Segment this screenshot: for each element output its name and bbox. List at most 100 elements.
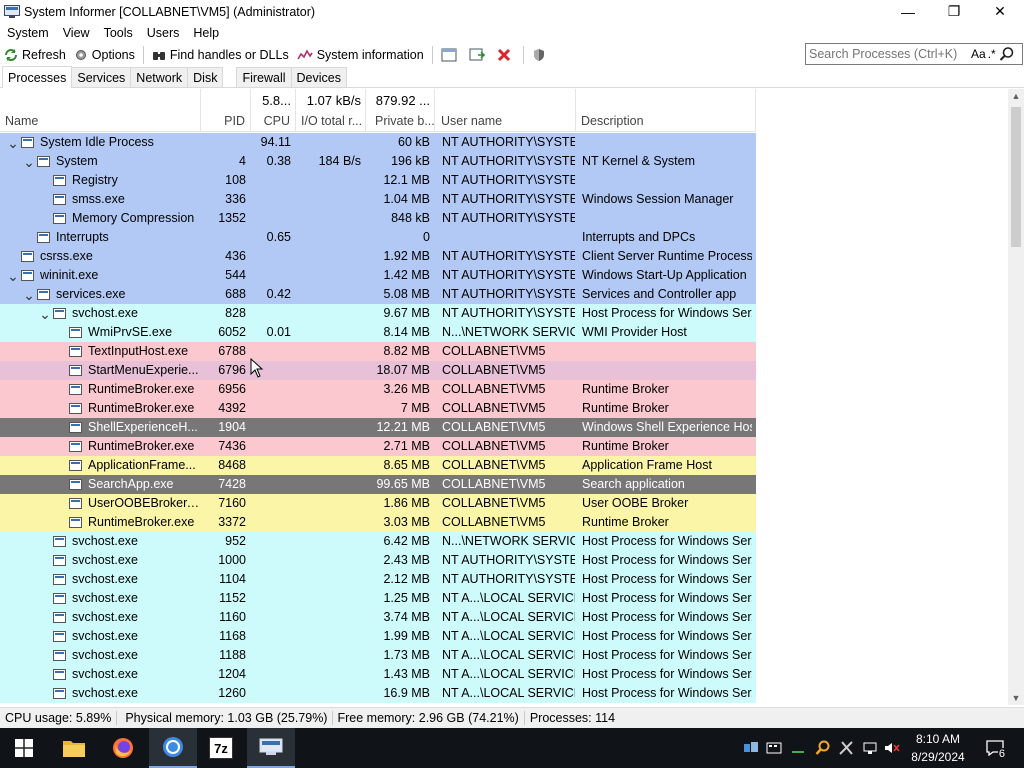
process-name-cell[interactable]: svchost.exe	[0, 608, 200, 627]
process-name-cell[interactable]: UserOOBEBroker....	[0, 494, 200, 513]
process-tree[interactable]: Name PID 5.8... CPU 1.07 kB/s I/O total …	[0, 89, 1008, 705]
process-name-cell[interactable]: ⌄ System	[0, 152, 200, 171]
process-name-cell[interactable]: svchost.exe	[0, 551, 200, 570]
options-button[interactable]: Options	[70, 44, 139, 66]
volume-muted-icon[interactable]	[882, 728, 902, 768]
table-row[interactable]: svchost.exe 1260 16.9 MB NT A...\LOCAL SERV…	[0, 684, 756, 703]
table-row[interactable]: smss.exe 336 1.04 MB NT AUTHORITY\SYSTEM Win…	[0, 190, 756, 209]
table-row[interactable]: UserOOBEBroker.... 7160 1.86 MB COLLABNET\V…	[0, 494, 756, 513]
tray-keyboard-icon[interactable]	[764, 728, 784, 768]
process-name-cell[interactable]: svchost.exe	[0, 589, 200, 608]
tab-network[interactable]: Network	[130, 67, 189, 87]
table-row[interactable]: ⌄ svchost.exe 828 9.67 MB NT AUTHORITY\SYSTE…	[0, 304, 756, 323]
tray-people-icon[interactable]	[742, 728, 760, 768]
expand-chevron-icon[interactable]: ⌄	[37, 307, 53, 321]
tab-processes[interactable]: Processes	[2, 66, 73, 88]
menu-system[interactable]: System	[0, 26, 56, 40]
taskbar-chrome[interactable]	[149, 728, 197, 768]
table-row[interactable]: ⌄ System 4 0.38 184 B/s 196 kB NT AUTHORITY\SY…	[0, 152, 756, 171]
process-name-cell[interactable]: ⌄ wininit.exe	[0, 266, 200, 285]
process-name-cell[interactable]: RuntimeBroker.exe	[0, 399, 200, 418]
table-row[interactable]: svchost.exe 1188 1.73 MB NT A...\LOCAL SERV…	[0, 646, 756, 665]
security-button[interactable]	[528, 44, 554, 66]
network-icon[interactable]	[860, 728, 880, 768]
table-row[interactable]: svchost.exe 1104 2.12 MB NT AUTHORITY\SYSTE…	[0, 570, 756, 589]
process-name-cell[interactable]: ⌄ svchost.exe	[0, 304, 200, 323]
process-name-cell[interactable]: svchost.exe	[0, 684, 200, 703]
menu-view[interactable]: View	[56, 26, 97, 40]
menu-tools[interactable]: Tools	[97, 26, 140, 40]
taskbar-clock[interactable]: 8:10 AM 8/29/2024	[902, 730, 974, 766]
scroll-down-icon[interactable]: ▼	[1008, 693, 1024, 703]
search-box[interactable]: Aa .*	[805, 43, 1023, 65]
table-row[interactable]: svchost.exe 1204 1.43 MB NT A...\LOCAL SERV…	[0, 665, 756, 684]
start-button[interactable]	[0, 728, 48, 768]
table-row[interactable]: RuntimeBroker.exe 3372 3.03 MB COLLABNET\VM…	[0, 513, 756, 532]
process-name-cell[interactable]: smss.exe	[0, 190, 200, 209]
tab-devices[interactable]: Devices	[290, 67, 347, 87]
column-cpu[interactable]: 5.8... CPU	[251, 89, 296, 132]
process-name-cell[interactable]: RuntimeBroker.exe	[0, 437, 200, 456]
expand-chevron-icon[interactable]: ⌄	[21, 288, 37, 302]
column-name[interactable]: Name	[0, 89, 201, 132]
regex-toggle[interactable]: .*	[988, 47, 996, 61]
search-icon[interactable]	[999, 46, 1015, 62]
table-row[interactable]: svchost.exe 1168 1.99 MB NT A...\LOCAL SERV…	[0, 627, 756, 646]
close-window-button[interactable]: ✕	[977, 0, 1023, 23]
table-row[interactable]: ⌄ System Idle Process 94.11 60 kB NT AUTHORI…	[0, 133, 756, 152]
process-name-cell[interactable]: svchost.exe	[0, 646, 200, 665]
column-description[interactable]: Description	[576, 89, 756, 132]
process-name-cell[interactable]: svchost.exe	[0, 627, 200, 646]
find-handles-button[interactable]: Find handles or DLLs	[148, 44, 293, 66]
process-name-cell[interactable]: svchost.exe	[0, 665, 200, 684]
taskbar-firefox[interactable]	[99, 728, 147, 768]
process-name-cell[interactable]: Registry	[0, 171, 200, 190]
process-name-cell[interactable]: ⌄ services.exe	[0, 285, 200, 304]
tab-disk[interactable]: Disk	[187, 67, 224, 87]
process-name-cell[interactable]: ⌄ System Idle Process	[0, 133, 200, 152]
tray-tools-icon[interactable]	[836, 728, 856, 768]
find-window-button[interactable]	[465, 44, 493, 66]
table-row[interactable]: ⌄ services.exe 688 0.42 5.08 MB NT AUTHORITY\…	[0, 285, 756, 304]
column-pid[interactable]: PID	[201, 89, 251, 132]
table-row[interactable]: TextInputHost.exe 6788 8.82 MB COLLABNET\VM…	[0, 342, 756, 361]
taskbar-7zip[interactable]: 7z	[197, 728, 245, 768]
table-row[interactable]: svchost.exe 1160 3.74 MB NT A...\LOCAL SERV…	[0, 608, 756, 627]
table-row[interactable]: StartMenuExperie... 6796 18.07 MB COLLABNET…	[0, 361, 756, 380]
menu-users[interactable]: Users	[140, 26, 187, 40]
process-name-cell[interactable]: Memory Compression	[0, 209, 200, 228]
column-user-name[interactable]: User name	[435, 89, 576, 132]
expand-chevron-icon[interactable]: ⌄	[5, 136, 21, 150]
new-window-button[interactable]	[437, 44, 465, 66]
table-row[interactable]: WmiPrvSE.exe 6052 0.01 8.14 MB N...\NETWORK …	[0, 323, 756, 342]
expand-chevron-icon[interactable]: ⌄	[5, 269, 21, 283]
system-information-button[interactable]: System information	[293, 44, 428, 66]
process-name-cell[interactable]: csrss.exe	[0, 247, 200, 266]
process-name-cell[interactable]: Interrupts	[0, 228, 200, 247]
tab-firewall[interactable]: Firewall	[236, 67, 292, 87]
process-name-cell[interactable]: TextInputHost.exe	[0, 342, 200, 361]
match-case-toggle[interactable]: Aa	[971, 47, 986, 61]
search-input[interactable]	[809, 47, 969, 61]
process-name-cell[interactable]: RuntimeBroker.exe	[0, 513, 200, 532]
minimize-button[interactable]: —	[885, 0, 931, 23]
menu-help[interactable]: Help	[186, 26, 226, 40]
table-row[interactable]: RuntimeBroker.exe 6956 3.26 MB COLLABNET\VM…	[0, 380, 756, 399]
table-row[interactable]: Interrupts 0.65 0 Interrupts and DPCs	[0, 228, 756, 247]
process-name-cell[interactable]: ShellExperienceH...	[0, 418, 200, 437]
column-io[interactable]: 1.07 kB/s I/O total r...	[296, 89, 366, 132]
table-row[interactable]: ApplicationFrame... 8468 8.65 MB COLLABNET\…	[0, 456, 756, 475]
process-name-cell[interactable]: SearchApp.exe	[0, 475, 200, 494]
process-name-cell[interactable]: RuntimeBroker.exe	[0, 380, 200, 399]
process-name-cell[interactable]: StartMenuExperie...	[0, 361, 200, 380]
tab-services[interactable]: Services	[71, 67, 132, 87]
table-row[interactable]: Registry 108 12.1 MB NT AUTHORITY\SYSTEM	[0, 171, 756, 190]
taskbar-system-informer[interactable]	[247, 728, 295, 768]
process-name-cell[interactable]: ApplicationFrame...	[0, 456, 200, 475]
table-row[interactable]: Memory Compression 1352 848 kB NT AUTHORITY…	[0, 209, 756, 228]
taskbar-file-explorer[interactable]	[50, 728, 98, 768]
maximize-button[interactable]: ❐	[931, 0, 977, 23]
scroll-thumb[interactable]	[1011, 107, 1021, 247]
terminate-button[interactable]	[493, 44, 519, 66]
expand-chevron-icon[interactable]: ⌄	[21, 155, 37, 169]
